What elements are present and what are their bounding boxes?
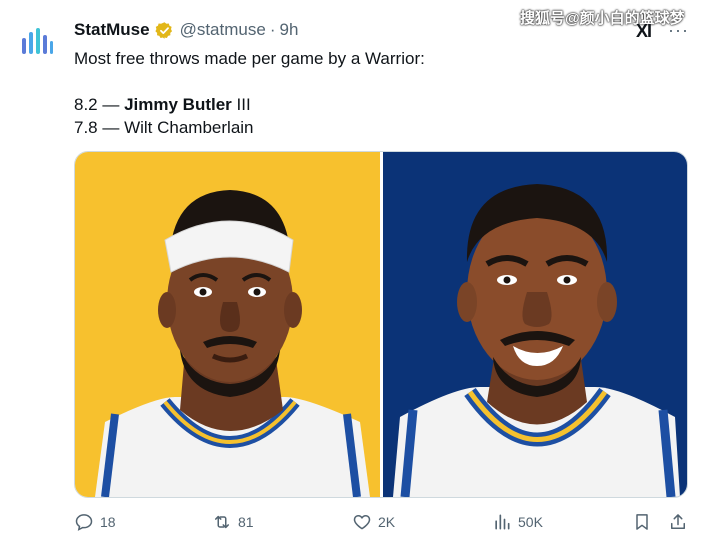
reply-count: 18 <box>100 514 116 530</box>
bookmark-button[interactable] <box>632 512 658 532</box>
share-button[interactable] <box>668 512 694 532</box>
repost-button[interactable]: 81 <box>212 512 254 532</box>
separator-dot: · <box>269 20 276 39</box>
player-image-right[interactable] <box>383 152 687 497</box>
row1-name: Jimmy Butler <box>124 95 232 114</box>
action-bar: 18 81 2K 50K <box>74 512 694 538</box>
bookmark-icon <box>636 514 648 530</box>
player-image-left[interactable] <box>75 152 380 497</box>
repost-count: 81 <box>238 514 254 530</box>
tweet-text: Most free throws made per game by a Warr… <box>74 47 425 139</box>
reply-button[interactable]: 18 <box>74 512 116 532</box>
views-count: 50K <box>518 514 543 530</box>
row1-suffix: III <box>231 95 251 114</box>
row1-value: 8.2 — <box>74 95 125 114</box>
timestamp[interactable]: 9h <box>279 20 298 40</box>
tweet-line-2: 8.2 — Jimmy Butler III <box>74 93 425 116</box>
views-icon <box>495 514 510 530</box>
tweet-line-1: Most free throws made per game by a Warr… <box>74 49 425 68</box>
views-button[interactable]: 50K <box>492 512 543 532</box>
tweet-line-3: 7.8 — Wilt Chamberlain <box>74 118 254 137</box>
more-options-icon[interactable]: ··· <box>668 20 689 41</box>
handle[interactable]: @statmuse <box>180 20 266 40</box>
like-count: 2K <box>378 514 396 530</box>
display-name[interactable]: StatMuse <box>74 20 150 40</box>
reply-icon <box>75 514 93 531</box>
tweet-header: StatMuse @statmuse · 9h <box>74 20 298 40</box>
grok-button[interactable]: XI <box>636 21 652 42</box>
tweet-media[interactable] <box>74 151 688 498</box>
like-button[interactable]: 2K <box>352 512 395 532</box>
avatar[interactable] <box>16 22 58 64</box>
repost-icon <box>215 515 229 529</box>
heart-icon <box>353 515 371 530</box>
share-icon <box>671 514 685 529</box>
statmuse-logo-icon <box>22 28 53 54</box>
watermark: 搜狐号@颜小白的篮球梦 <box>520 10 685 27</box>
verified-badge-icon <box>154 21 172 39</box>
